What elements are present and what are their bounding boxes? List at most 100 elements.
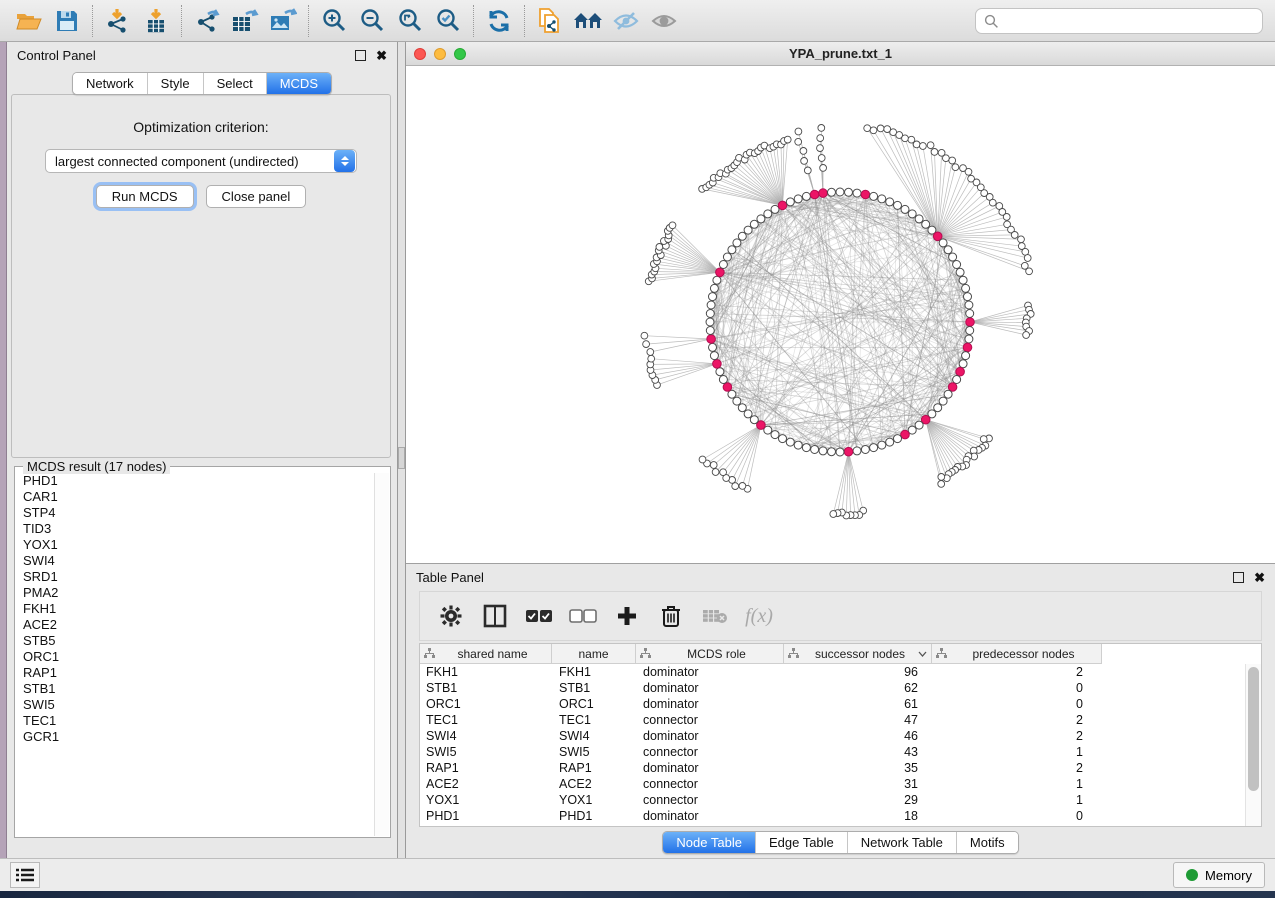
table-row-TEC1[interactable]: TEC1TEC1connector472 [420, 712, 1245, 728]
column-header-predecessor-nodes[interactable]: predecessor nodes [932, 644, 1102, 664]
task-history-button[interactable] [10, 862, 40, 888]
control-panel-title: Control Panel [17, 48, 96, 63]
table-row-YOX1[interactable]: YOX1YOX1connector291 [420, 792, 1245, 808]
float-window-button[interactable] [355, 50, 366, 61]
import-network-button[interactable] [99, 4, 137, 38]
table-row-FKH1[interactable]: FKH1FKH1dominator962 [420, 664, 1245, 680]
cell: 29 [784, 792, 932, 808]
home-layout-button[interactable] [569, 4, 607, 38]
mcds-result-item[interactable]: PMA2 [16, 585, 374, 601]
clear-table-button[interactable] [698, 599, 732, 633]
cell: ACE2 [552, 776, 636, 792]
mcds-result-item[interactable]: CAR1 [16, 489, 374, 505]
column-header-MCDS-role[interactable]: MCDS role [636, 644, 784, 664]
duplicate-network-button[interactable] [531, 4, 569, 38]
export-image-button[interactable] [264, 4, 302, 38]
deselect-all-icon [569, 608, 597, 624]
table-tab-motifs[interactable]: Motifs [957, 832, 1018, 853]
network-window-title: YPA_prune.txt_1 [406, 46, 1275, 61]
network-graph[interactable] [406, 66, 1275, 563]
table-row-SWI4[interactable]: SWI4SWI4dominator462 [420, 728, 1245, 744]
table-settings-button[interactable] [434, 599, 468, 633]
table-tab-network-table[interactable]: Network Table [848, 832, 957, 853]
optimization-criterion-label: Optimization criterion: [12, 119, 390, 135]
table-tab-node-table[interactable]: Node Table [663, 832, 756, 853]
export-table-button[interactable] [226, 4, 264, 38]
mcds-result-item[interactable]: SWI4 [16, 553, 374, 569]
table-row-RAP1[interactable]: RAP1RAP1dominator352 [420, 760, 1245, 776]
table-tab-edge-table[interactable]: Edge Table [756, 832, 848, 853]
mcds-result-item[interactable]: FKH1 [16, 601, 374, 617]
mcds-result-item[interactable]: STP4 [16, 505, 374, 521]
tab-style[interactable]: Style [148, 73, 204, 94]
zoom-fit-button[interactable] [391, 4, 429, 38]
result-list-scrollbar[interactable] [374, 473, 389, 836]
select-all-button[interactable] [522, 599, 556, 633]
mcds-result-item[interactable]: PHD1 [16, 473, 374, 489]
function-builder-button[interactable]: f(x) [742, 599, 776, 633]
import-network-icon [105, 8, 131, 34]
show-hidden-button[interactable] [645, 4, 683, 38]
close-table-panel-icon[interactable]: ✖ [1254, 572, 1265, 583]
table-panel: Table Panel ✖ [406, 563, 1275, 858]
mcds-result-item[interactable]: TEC1 [16, 713, 374, 729]
mcds-result-item[interactable]: STB5 [16, 633, 374, 649]
mcds-result-item[interactable]: SWI5 [16, 697, 374, 713]
import-table-button[interactable] [137, 4, 175, 38]
table-row-STB1[interactable]: STB1STB1dominator620 [420, 680, 1245, 696]
export-image-icon [269, 8, 297, 34]
table-scrollbar-thumb[interactable] [1248, 667, 1259, 791]
mcds-result-item[interactable]: GCR1 [16, 729, 374, 745]
cell: dominator [636, 728, 784, 744]
search-icon [984, 14, 999, 29]
houses-icon [573, 9, 603, 33]
close-panel-icon[interactable]: ✖ [376, 50, 387, 61]
cell: 2 [932, 664, 1102, 680]
run-mcds-button[interactable]: Run MCDS [96, 185, 194, 208]
mcds-result-item[interactable]: STB1 [16, 681, 374, 697]
mcds-result-item[interactable]: RAP1 [16, 665, 374, 681]
refresh-icon [486, 8, 512, 34]
criterion-dropdown[interactable]: largest connected component (undirected) [45, 149, 357, 173]
refresh-layout-button[interactable] [480, 4, 518, 38]
mcds-result-item[interactable]: SRD1 [16, 569, 374, 585]
cell: ORC1 [552, 696, 636, 712]
column-header-shared-name[interactable]: shared name [420, 644, 552, 664]
tab-network[interactable]: Network [73, 73, 148, 94]
search-input[interactable] [999, 10, 1262, 32]
column-header-name[interactable]: name [552, 644, 636, 664]
hide-selected-button[interactable] [607, 4, 645, 38]
close-panel-button[interactable]: Close panel [206, 185, 307, 208]
table-row-PHD1[interactable]: PHD1PHD1dominator180 [420, 808, 1245, 824]
table-row-ORC1[interactable]: ORC1ORC1dominator610 [420, 696, 1245, 712]
mcds-result-item[interactable]: ORC1 [16, 649, 374, 665]
deselect-all-button[interactable] [566, 599, 600, 633]
zoom-in-button[interactable] [315, 4, 353, 38]
add-row-button[interactable] [610, 599, 644, 633]
duplicate-network-icon [537, 7, 563, 35]
cell: connector [636, 776, 784, 792]
delete-row-button[interactable] [654, 599, 688, 633]
table-row-SWI5[interactable]: SWI5SWI5connector431 [420, 744, 1245, 760]
zoom-selected-icon [435, 8, 461, 34]
mcds-result-item[interactable]: YOX1 [16, 537, 374, 553]
export-table-icon [231, 8, 259, 34]
export-network-button[interactable] [188, 4, 226, 38]
mcds-result-item[interactable]: ACE2 [16, 617, 374, 633]
splitter-handle[interactable] [398, 447, 405, 469]
zoom-out-button[interactable] [353, 4, 391, 38]
save-session-button[interactable] [48, 4, 86, 38]
show-columns-button[interactable] [478, 599, 512, 633]
table-row-ACE2[interactable]: ACE2ACE2connector311 [420, 776, 1245, 792]
memory-button[interactable]: Memory [1173, 862, 1265, 888]
open-file-button[interactable] [10, 4, 48, 38]
memory-label: Memory [1205, 868, 1252, 883]
tab-mcds[interactable]: MCDS [267, 73, 331, 94]
network-canvas[interactable] [406, 66, 1275, 563]
zoom-selected-button[interactable] [429, 4, 467, 38]
cell: FKH1 [420, 664, 552, 680]
float-table-panel-button[interactable] [1233, 572, 1244, 583]
tab-select[interactable]: Select [204, 73, 267, 94]
mcds-result-item[interactable]: TID3 [16, 521, 374, 537]
column-header-successor-nodes[interactable]: successor nodes [784, 644, 932, 664]
